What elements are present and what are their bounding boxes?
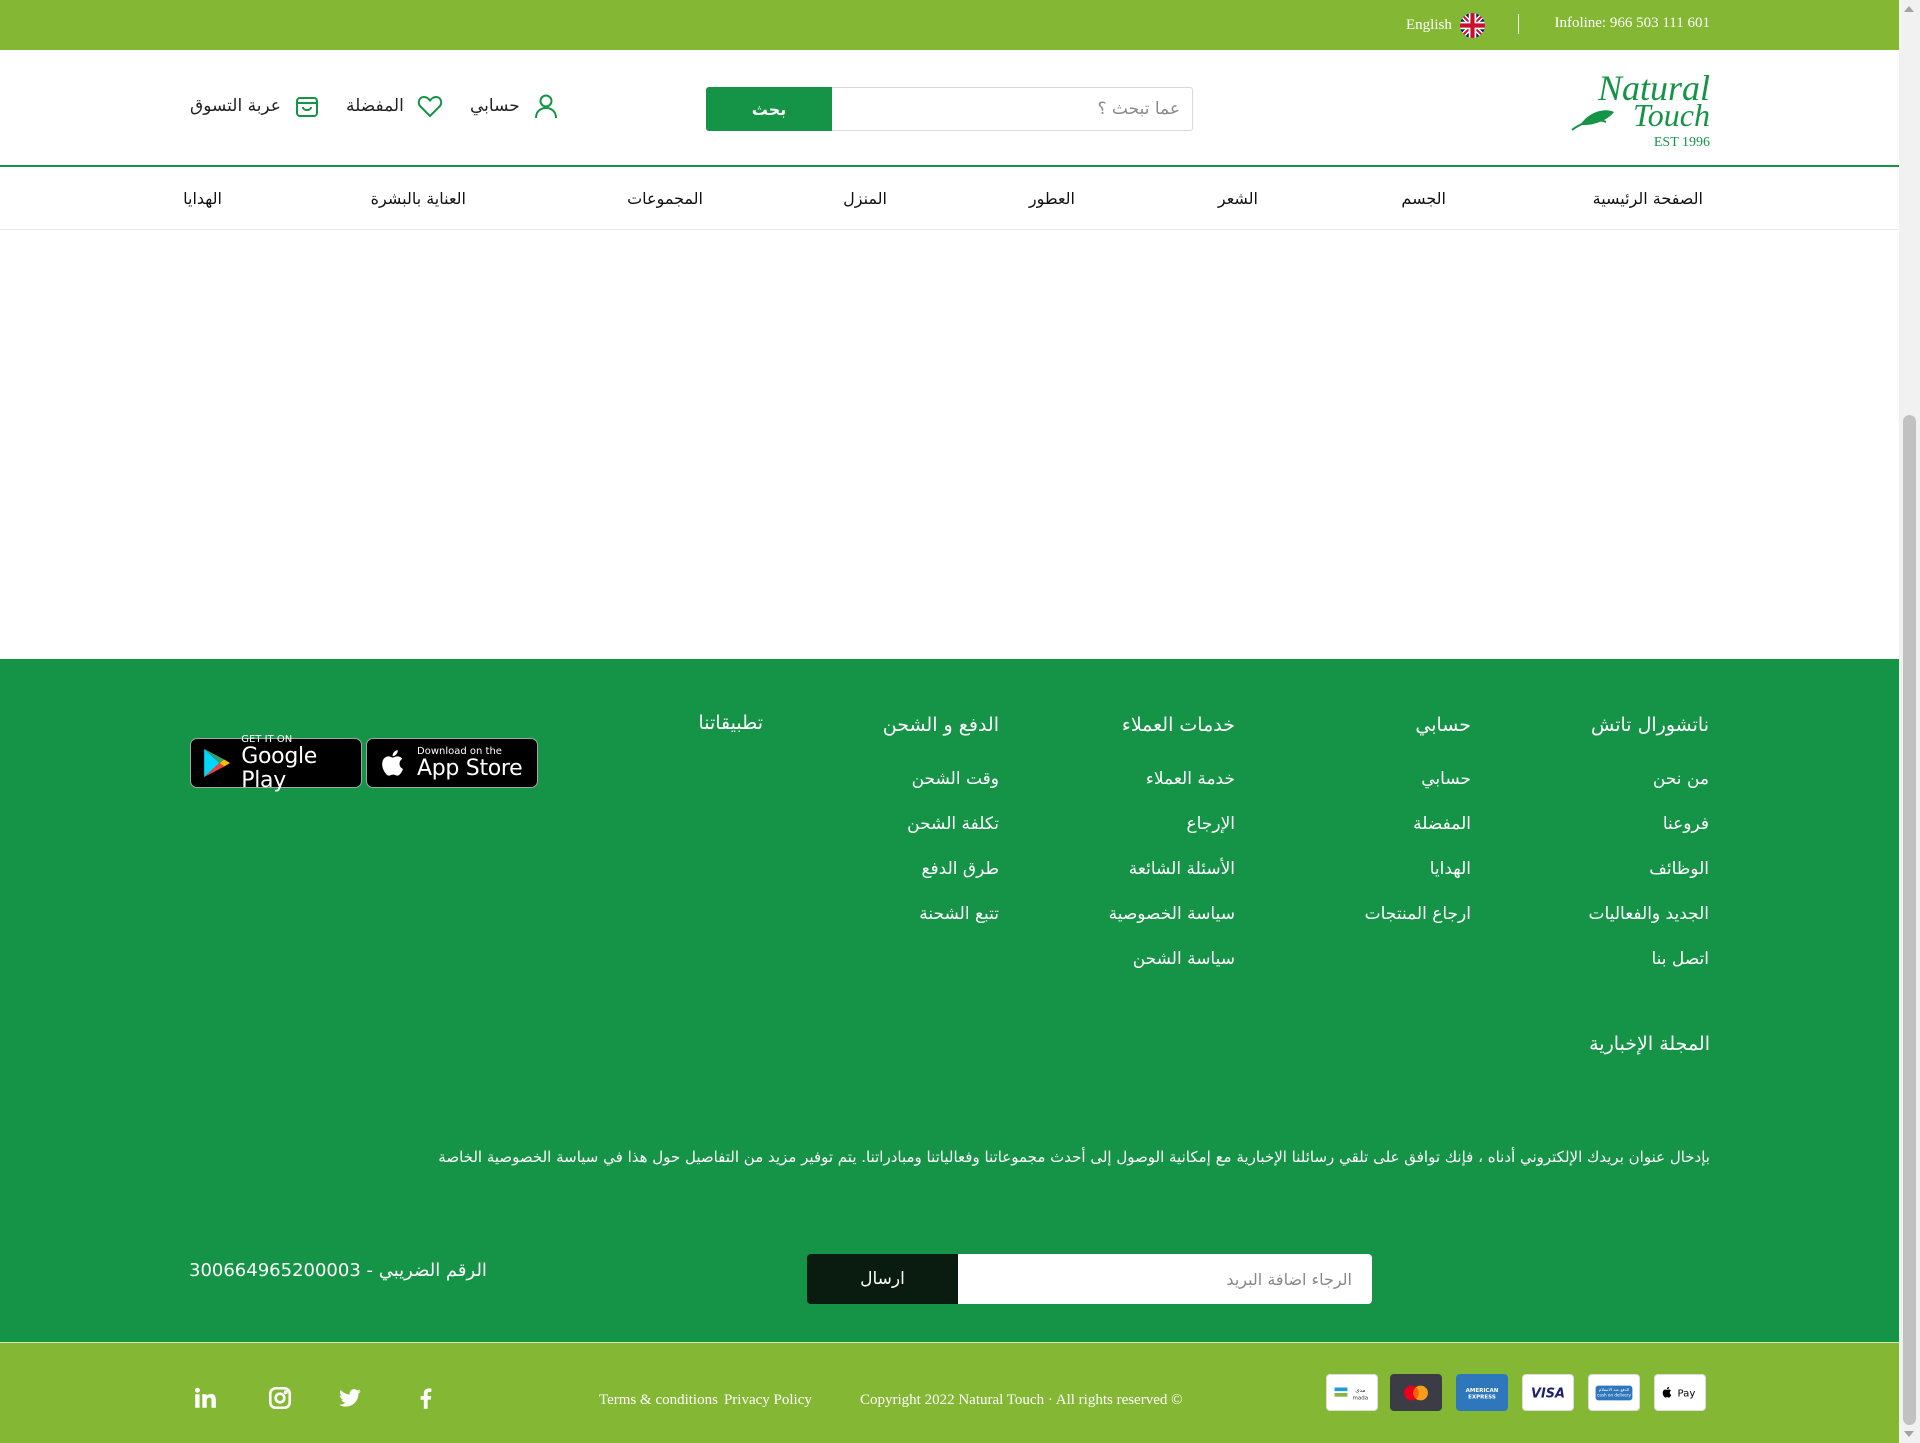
wishlist-link[interactable]: المفضلة xyxy=(346,92,444,120)
twitter-icon[interactable] xyxy=(334,1382,366,1414)
scroll-up-arrow[interactable] xyxy=(1904,6,1914,12)
bottom-bar: Terms & conditions Privacy Policy Copyri… xyxy=(0,1342,1899,1443)
newsletter-title: المجلة الإخبارية xyxy=(1589,1033,1710,1055)
facebook-icon[interactable] xyxy=(410,1382,442,1414)
natural-touch-logo[interactable]: Natural Touch EST 1996 xyxy=(1562,70,1712,150)
footer-link-about[interactable]: من نحن xyxy=(1653,769,1709,789)
svg-text:Pay: Pay xyxy=(1678,1388,1696,1399)
footer-link-payment-methods[interactable]: طرق الدفع xyxy=(921,859,999,879)
footer-link-contact[interactable]: اتصل بنا xyxy=(1651,949,1709,969)
account-label: حسابي xyxy=(470,96,520,116)
footer-link-gifts[interactable]: الهدايا xyxy=(1430,859,1471,879)
terms-link[interactable]: Terms & conditions xyxy=(599,1392,718,1409)
footer-link-wishlist[interactable]: المفضلة xyxy=(1413,814,1471,834)
legal-links: Terms & conditions Privacy Policy xyxy=(599,1392,812,1409)
footer-link-shipping-policy[interactable]: سياسة الشحن xyxy=(1133,949,1235,969)
scrollbar-thumb[interactable] xyxy=(1903,415,1916,1425)
footer-col-payment-shipping-title: الدفع و الشحن xyxy=(882,714,999,736)
account-link[interactable]: حسابي xyxy=(470,92,560,120)
app-store-button[interactable]: Download on the App Store xyxy=(366,738,538,788)
heart-icon xyxy=(417,95,443,118)
amex-payment-icon: AMERICAN EXPRESS xyxy=(1456,1374,1508,1411)
top-bar: English Infoline: 966 503 111 601 xyxy=(0,0,1899,50)
newsletter-description: بإدخال عنوان بريدك الإلكتروني أدناه ، فإ… xyxy=(438,1148,1710,1166)
svg-text:mada: mada xyxy=(1352,1395,1368,1401)
search-button[interactable]: بحث xyxy=(706,87,832,131)
shopping-bag-icon xyxy=(295,97,318,117)
footer-link-my-account[interactable]: حسابي xyxy=(1421,769,1471,789)
google-play-small-text: GET IT ON xyxy=(241,733,293,745)
uk-flag-icon xyxy=(1459,13,1485,38)
main-nav: الصفحة الرئيسية الجسم الشعر العطور المنز… xyxy=(0,167,1899,230)
footer-link-jobs[interactable]: الوظائف xyxy=(1649,859,1709,879)
footer-link-track-shipment[interactable]: تتبع الشحنة xyxy=(919,904,999,924)
footer-link-returns-products[interactable]: ارجاع المنتجات xyxy=(1365,904,1471,924)
svg-text:الدفع عند الاستلام: الدفع عند الاستلام xyxy=(1599,1387,1629,1392)
page-scrollbar[interactable] xyxy=(1899,0,1920,1443)
footer-col-apps-title: تطبيقاتنا xyxy=(698,712,763,734)
topbar-divider xyxy=(1518,14,1519,34)
footer-link-shipping-time[interactable]: وقت الشحن xyxy=(912,769,999,789)
svg-text:VISA: VISA xyxy=(1531,1386,1565,1401)
apple-pay-icon: Pay xyxy=(1654,1374,1706,1411)
visa-payment-icon: VISA xyxy=(1522,1374,1574,1411)
footer-col-account-title: حسابي xyxy=(1415,714,1471,736)
footer-link-branches[interactable]: فروعنا xyxy=(1663,814,1709,834)
footer-link-returns[interactable]: الإرجاع xyxy=(1187,814,1235,834)
svg-text:EXPRESS: EXPRESS xyxy=(1468,1394,1496,1400)
search-input[interactable] xyxy=(832,88,1192,130)
google-play-icon xyxy=(204,748,231,778)
privacy-policy-link[interactable]: Privacy Policy xyxy=(724,1392,812,1409)
site-footer: ناتشورال تاتش من نحن فروعنا الوظائف الجد… xyxy=(0,659,1899,1342)
language-label: English xyxy=(1406,17,1452,33)
footer-col-natural-touch-title: ناتشورال تاتش xyxy=(1590,714,1709,736)
newsletter-email-input[interactable] xyxy=(952,1254,1372,1304)
copyright-text: Copyright 2022 Natural Touch · All right… xyxy=(860,1392,1183,1408)
google-play-button[interactable]: GET IT ON Google Play xyxy=(190,734,362,792)
tax-number: الرقم الضريبي - 300664965200003 xyxy=(189,1260,487,1281)
nav-item-skincare[interactable]: العناية بالبشرة xyxy=(371,189,466,208)
scroll-down-arrow[interactable] xyxy=(1904,1431,1914,1437)
footer-link-news-events[interactable]: الجديد والفعاليات xyxy=(1589,904,1709,924)
infoline[interactable]: Infoline: 966 503 111 601 xyxy=(1554,15,1710,32)
svg-text:EST 1996: EST 1996 xyxy=(1654,135,1710,150)
footer-link-customer-service[interactable]: خدمة العملاء xyxy=(1146,769,1235,789)
nav-item-home[interactable]: الصفحة الرئيسية xyxy=(1593,189,1703,208)
instagram-icon[interactable] xyxy=(264,1382,296,1414)
newsletter-send-button[interactable]: ارسال xyxy=(807,1254,958,1304)
footer-link-privacy-policy[interactable]: سياسة الخصوصية xyxy=(1109,904,1235,924)
nav-item-body[interactable]: الجسم xyxy=(1401,189,1446,208)
language-switcher[interactable]: English xyxy=(1406,13,1485,38)
footer-link-faq[interactable]: الأسئلة الشائعة xyxy=(1129,859,1235,879)
nav-item-gifts[interactable]: الهدايا xyxy=(183,189,222,208)
svg-text:AMERICAN: AMERICAN xyxy=(1466,1388,1499,1394)
mada-payment-icon: مدى mada xyxy=(1326,1374,1378,1411)
cart-link[interactable]: عربة التسوق xyxy=(190,92,321,120)
wishlist-label: المفضلة xyxy=(346,96,404,116)
svg-text:Touch: Touch xyxy=(1633,97,1710,133)
app-store-big-text: App Store xyxy=(417,755,523,781)
app-store-small-text: Download on the xyxy=(417,745,502,757)
cash-on-delivery-icon: الدفع عند الاستلام cash on delivery xyxy=(1588,1374,1640,1411)
svg-text:مدى: مدى xyxy=(1355,1388,1365,1394)
google-play-big-text: Google Play xyxy=(241,743,318,793)
mastercard-payment-icon xyxy=(1390,1374,1442,1411)
nav-item-hair[interactable]: الشعر xyxy=(1218,189,1258,208)
newsletter-form: ارسال xyxy=(807,1254,1372,1304)
nav-item-home-goods[interactable]: المنزل xyxy=(843,189,887,208)
cart-label: عربة التسوق xyxy=(190,96,281,116)
nav-item-collections[interactable]: المجموعات xyxy=(627,189,703,208)
footer-link-shipping-cost[interactable]: تكلفة الشحن xyxy=(907,814,999,834)
linkedin-icon[interactable] xyxy=(189,1382,221,1414)
footer-col-customer-service-title: خدمات العملاء xyxy=(1121,714,1235,736)
user-icon xyxy=(534,94,557,119)
svg-text:cash on delivery: cash on delivery xyxy=(1597,1392,1631,1397)
apple-icon xyxy=(382,750,403,776)
search-bar: بحث xyxy=(706,87,1193,131)
nav-item-perfumes[interactable]: العطور xyxy=(1029,189,1075,208)
